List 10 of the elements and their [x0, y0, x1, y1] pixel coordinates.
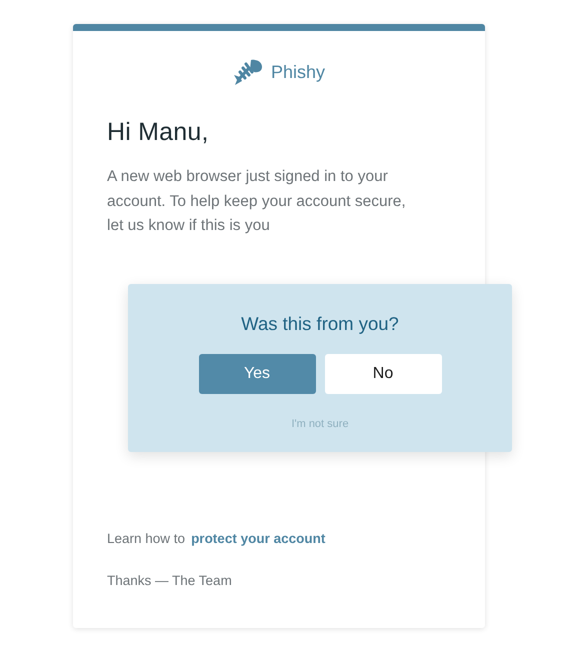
greeting-heading: Hi Manu, [107, 118, 210, 147]
footer-text: Learn how to [107, 531, 186, 546]
brand-name: Phishy [270, 62, 326, 82]
prompt-title: Was this from you? [241, 313, 399, 335]
yes-button[interactable]: Yes [198, 354, 316, 394]
signoff-text: Thanks — The Team [107, 573, 233, 588]
protect-account-link[interactable]: protect your account [191, 531, 326, 546]
message-text: A new web browser just signed in to your account. To help keep your account secure, let us know if this is you [107, 167, 407, 236]
fish-bone-icon [232, 58, 263, 86]
no-button[interactable]: No [324, 354, 442, 394]
